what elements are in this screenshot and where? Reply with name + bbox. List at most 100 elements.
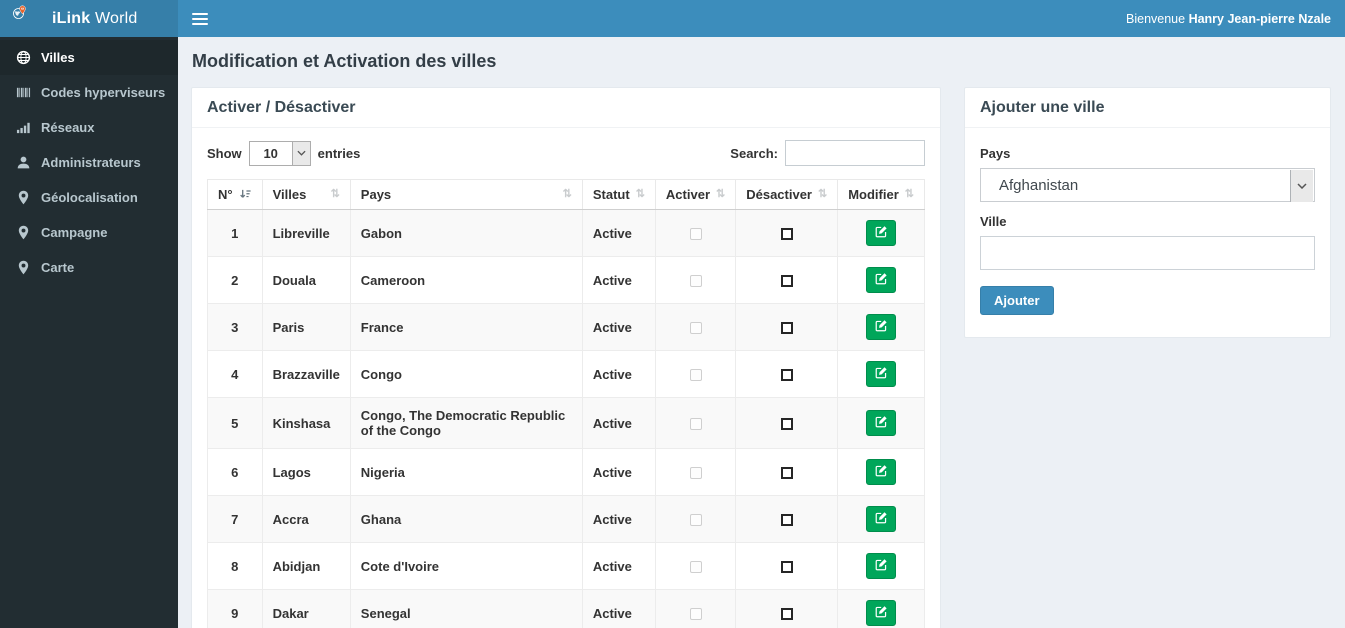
table-row: 3 Paris France Active — [207, 303, 925, 351]
edit-button[interactable] — [866, 459, 897, 485]
column-header-num[interactable]: N° — [207, 179, 263, 210]
city-cell: Dakar — [261, 589, 351, 628]
deactivate-checkbox[interactable] — [780, 322, 793, 335]
deactivate-checkbox[interactable] — [780, 228, 793, 241]
deactivate-checkbox[interactable] — [780, 514, 793, 527]
edit-button[interactable] — [866, 361, 897, 387]
city-input[interactable] — [980, 236, 1315, 270]
sidebar-item-label: Réseaux — [41, 120, 95, 135]
deactivate-checkbox[interactable] — [780, 561, 793, 574]
user-icon — [16, 155, 31, 170]
country-cell: Ghana — [349, 495, 583, 543]
deactivate-checkbox[interactable] — [780, 608, 793, 621]
column-header-desactiver[interactable]: Désactiver ⇅ — [735, 179, 839, 210]
activate-checkbox — [689, 608, 702, 621]
country-cell: Congo — [349, 350, 583, 398]
signal-icon — [16, 120, 31, 135]
edit-icon — [875, 272, 888, 288]
sidebar-item-label: Géolocalisation — [41, 190, 138, 205]
city-cell: Paris — [261, 303, 351, 351]
deactivate-checkbox[interactable] — [780, 369, 793, 382]
sidebar-item-label: Carte — [41, 260, 75, 275]
sidebar-item-label: Administrateurs — [41, 155, 141, 170]
sidebar-item-geolocalisation[interactable]: Géolocalisation — [0, 180, 178, 215]
sidebar-item-carte[interactable]: Carte — [0, 250, 178, 285]
table-row: 2 Douala Cameroon Active — [207, 256, 925, 304]
map-marker-icon — [16, 190, 31, 205]
edit-button[interactable] — [866, 220, 897, 246]
sidebar-item-codes-hyperviseurs[interactable]: Codes hyperviseurs — [0, 75, 178, 110]
column-header-villes[interactable]: Villes ⇅ — [261, 179, 351, 210]
search-input[interactable] — [785, 140, 925, 166]
edit-button[interactable] — [866, 506, 897, 532]
column-header-statut[interactable]: Statut ⇅ — [581, 179, 656, 210]
country-cell: Senegal — [349, 589, 583, 628]
sidebar: Villes Codes hyperviseurs Réseaux Administr… — [0, 37, 178, 628]
edit-button[interactable] — [866, 410, 897, 436]
main-content: Modification et Activation des villes Ac… — [178, 37, 1345, 628]
table-row: 4 Brazzaville Congo Active — [207, 350, 925, 398]
activate-checkbox — [689, 322, 702, 335]
edit-button[interactable] — [866, 553, 897, 579]
column-header-modifier[interactable]: Modifier ⇅ — [837, 179, 925, 210]
brand-title: iLink World — [52, 9, 138, 27]
edit-icon — [875, 605, 888, 621]
city-cell: Libreville — [261, 209, 351, 257]
deactivate-checkbox[interactable] — [780, 467, 793, 480]
status-cell: Active — [581, 495, 656, 543]
row-number-cell: 9 — [207, 589, 263, 628]
top-navbar: $ iLink World Bienvenue Hanry Jean-pierr… — [0, 0, 1345, 37]
status-cell: Active — [581, 209, 656, 257]
table-row: 7 Accra Ghana Active — [207, 495, 925, 543]
country-select[interactable]: Afghanistan — [980, 168, 1315, 202]
edit-icon — [875, 558, 888, 574]
sidebar-item-villes[interactable]: Villes — [0, 40, 178, 75]
column-header-activer[interactable]: Activer ⇅ — [654, 179, 737, 210]
status-cell: Active — [581, 303, 656, 351]
sort-icon: ⇅ — [904, 188, 914, 200]
table-panel-title: Activer / Désactiver — [192, 88, 940, 128]
country-cell: Cameroon — [349, 256, 583, 304]
barcode-icon — [16, 85, 31, 100]
add-city-panel: Ajouter une ville Pays Afghanistan Ville… — [964, 87, 1331, 338]
edit-icon — [875, 464, 888, 480]
row-number-cell: 4 — [207, 350, 263, 398]
map-marker-icon — [16, 260, 31, 275]
sidebar-item-administrateurs[interactable]: Administrateurs — [0, 145, 178, 180]
edit-button[interactable] — [866, 600, 897, 626]
page-title: Modification et Activation des villes — [192, 51, 497, 71]
country-cell: Nigeria — [349, 448, 583, 496]
city-cell: Lagos — [261, 448, 351, 496]
row-number-cell: 5 — [207, 397, 263, 449]
status-cell: Active — [581, 256, 656, 304]
city-cell: Douala — [261, 256, 351, 304]
add-panel-title: Ajouter une ville — [965, 88, 1330, 128]
add-city-button[interactable]: Ajouter — [980, 286, 1054, 315]
column-header-pays[interactable]: Pays ⇅ — [349, 179, 583, 210]
status-cell: Active — [581, 448, 656, 496]
status-cell: Active — [581, 350, 656, 398]
sidebar-item-reseaux[interactable]: Réseaux — [0, 110, 178, 145]
country-cell: France — [349, 303, 583, 351]
sidebar-item-label: Campagne — [41, 225, 108, 240]
sort-icon: ⇅ — [330, 188, 340, 200]
edit-icon — [875, 511, 888, 527]
edit-button[interactable] — [866, 267, 897, 293]
deactivate-checkbox[interactable] — [780, 418, 793, 431]
city-label: Ville — [980, 214, 1007, 229]
table-row: 8 Abidjan Cote d'Ivoire Active — [207, 542, 925, 590]
city-cell: Brazzaville — [261, 350, 351, 398]
page-length-select[interactable]: 10 — [248, 140, 311, 166]
edit-button[interactable] — [866, 314, 897, 340]
deactivate-checkbox[interactable] — [780, 275, 793, 288]
status-cell: Active — [581, 397, 656, 449]
sidebar-item-campagne[interactable]: Campagne — [0, 215, 178, 250]
chevron-down-icon — [291, 141, 310, 165]
activate-checkbox — [689, 369, 702, 382]
brand-logo[interactable]: $ iLink World — [0, 0, 178, 37]
sidebar-toggle-icon[interactable] — [192, 12, 208, 25]
sidebar-item-label: Codes hyperviseurs — [41, 85, 166, 100]
sort-icon: ⇅ — [716, 188, 726, 200]
activate-checkbox — [689, 228, 702, 241]
city-cell: Abidjan — [261, 542, 351, 590]
